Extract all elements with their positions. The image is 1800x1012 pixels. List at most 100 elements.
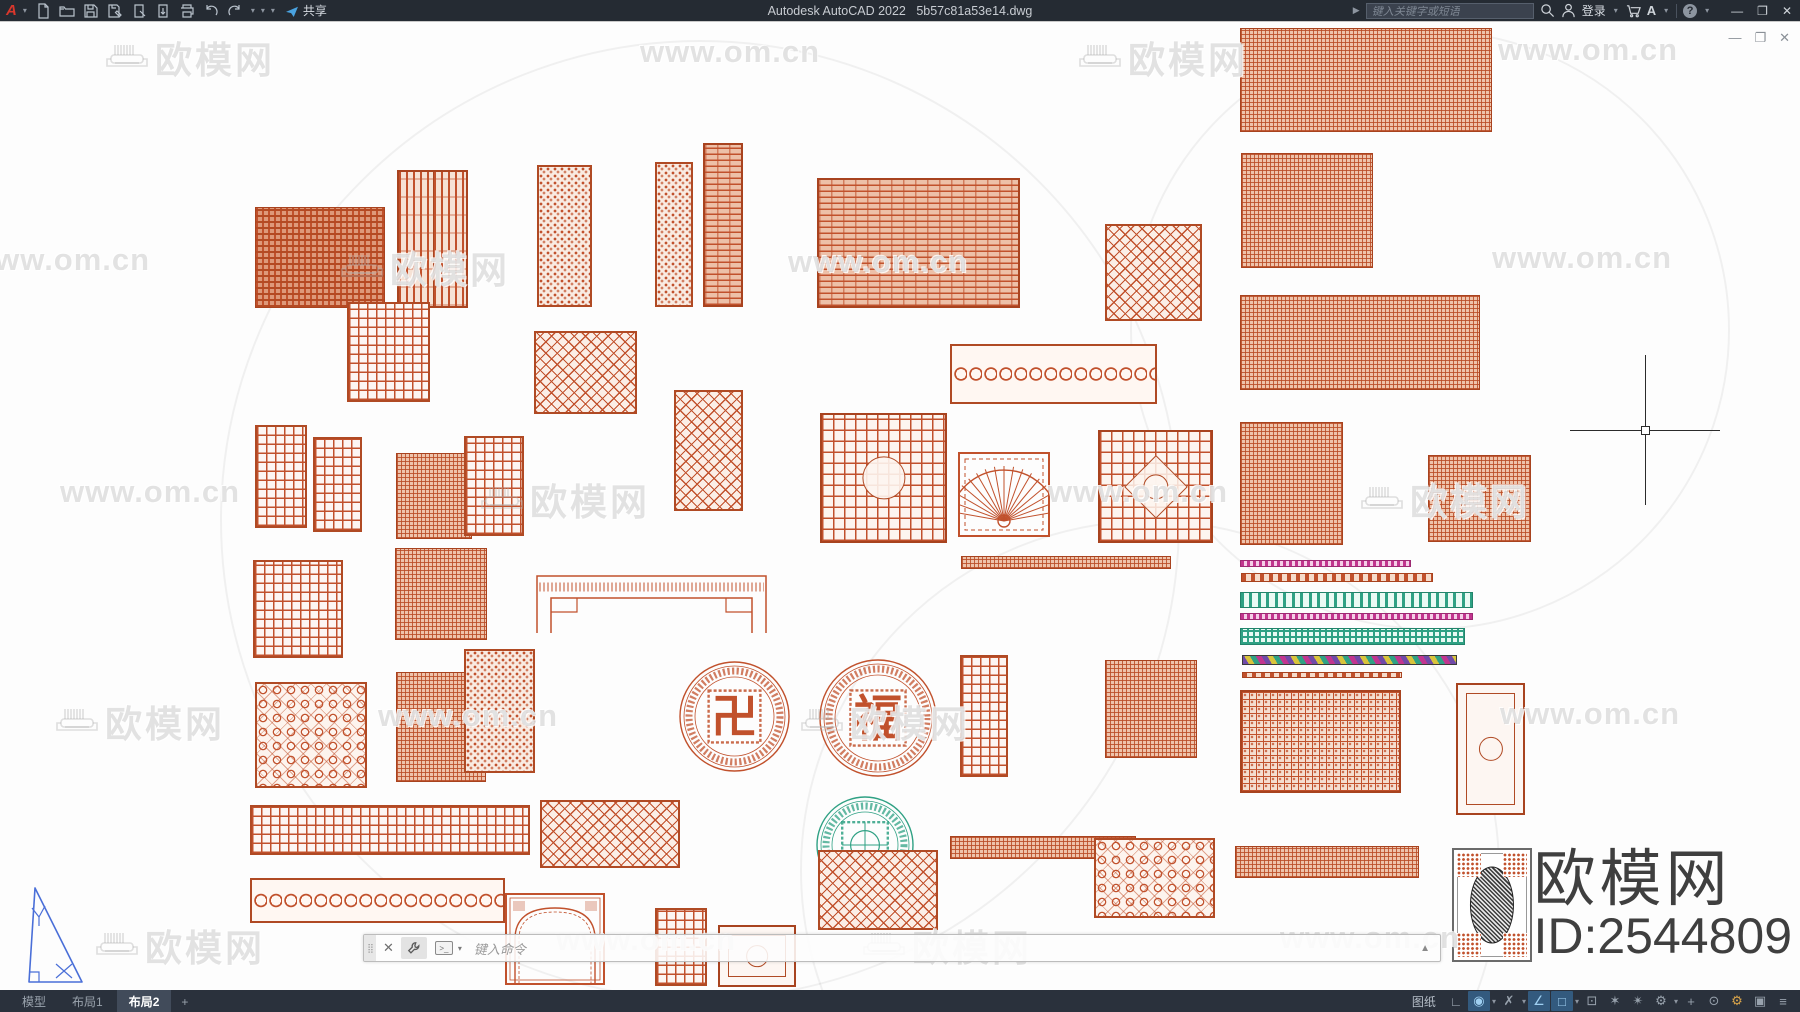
- qat-customize-caret-icon[interactable]: ▾: [269, 6, 277, 15]
- command-history-up-icon[interactable]: ▲: [1420, 943, 1440, 954]
- command-bar-wrench-icon[interactable]: [400, 937, 427, 959]
- dwg-close-button[interactable]: ✕: [1779, 30, 1790, 46]
- minimize-button[interactable]: —: [1731, 4, 1743, 18]
- pattern-panel-organic[interactable]: [537, 165, 592, 307]
- tab-模型[interactable]: 模型: [10, 990, 58, 1012]
- autodesk-app-icon[interactable]: A: [1647, 3, 1656, 18]
- pattern-panel-strip-magenta[interactable]: [1240, 560, 1411, 567]
- polar-tracking-icon[interactable]: ✗: [1498, 991, 1520, 1011]
- pattern-panel-chain[interactable]: [950, 344, 1157, 404]
- snap-mode-icon[interactable]: ◉: [1467, 991, 1490, 1011]
- redo-caret-icon[interactable]: ▾: [259, 6, 267, 15]
- command-prompt-icon[interactable]: >_ ▾: [434, 941, 464, 955]
- pattern-panel-dense[interactable]: [961, 556, 1171, 569]
- pattern-panel-fan[interactable]: [949, 452, 1059, 537]
- sign-in-caret-icon[interactable]: ▾: [1612, 6, 1620, 15]
- command-prompt-caret-icon[interactable]: ▾: [456, 944, 464, 953]
- isodraft-icon[interactable]: ∠: [1527, 991, 1550, 1011]
- app-store-cart-icon[interactable]: [1626, 3, 1641, 18]
- search-input[interactable]: 键入关键字或短语: [1365, 2, 1534, 19]
- share-button[interactable]: 共享: [285, 2, 327, 19]
- pattern-panel-dense[interactable]: [396, 453, 472, 539]
- autocad-logo[interactable]: A: [4, 2, 19, 19]
- pattern-panel-idcard[interactable]: [1452, 848, 1532, 962]
- help-icon[interactable]: ?: [1683, 3, 1698, 18]
- workspace-crosshair-icon[interactable]: +: [1680, 991, 1702, 1011]
- user-icon[interactable]: [1561, 3, 1576, 18]
- close-button[interactable]: ✕: [1782, 4, 1792, 18]
- snap-mode-icon-caret[interactable]: ▾: [1491, 997, 1497, 1006]
- pattern-panel-grid[interactable]: [255, 425, 307, 528]
- pattern-panel-diamond[interactable]: [674, 390, 743, 511]
- pattern-panel-strip-orange[interactable]: [1242, 672, 1402, 678]
- workspace-switching-icon[interactable]: ⚙: [1726, 991, 1748, 1011]
- pattern-panel-valance[interactable]: [534, 568, 769, 637]
- annotation-autoscale-icon[interactable]: ✴: [1627, 991, 1649, 1011]
- selection-cycling-icon[interactable]: ⊡: [1581, 991, 1603, 1011]
- new-file-button[interactable]: [31, 1, 55, 21]
- drawing-canvas[interactable]: — ❐ ✕ 欧模网 ID:2544809 欧模网 www.om.cn 欧模网 www.…: [0, 22, 1800, 990]
- pattern-panel-dense[interactable]: [1241, 153, 1373, 268]
- autodesk-app-caret-icon[interactable]: ▾: [1662, 6, 1670, 15]
- infocenter-collapse-icon[interactable]: ▶: [1353, 5, 1360, 16]
- pattern-panel-diamond[interactable]: [540, 800, 680, 868]
- pattern-panel-strip-orange[interactable]: [1241, 573, 1433, 582]
- tab-布局2[interactable]: 布局2: [116, 990, 172, 1012]
- app-menu-caret-icon[interactable]: ▾: [21, 6, 29, 15]
- publish-button[interactable]: [151, 1, 175, 21]
- pattern-panel-maze[interactable]: [817, 178, 1020, 308]
- pattern-panel-dense[interactable]: [1240, 295, 1480, 390]
- annotation-visibility-icon[interactable]: ✶: [1604, 991, 1626, 1011]
- pattern-panel-grid[interactable]: [313, 437, 362, 532]
- save-button[interactable]: [79, 1, 103, 21]
- pattern-panel-medallion[interactable]: 卍: [678, 660, 791, 773]
- maximize-button[interactable]: ❐: [1757, 4, 1768, 18]
- help-caret-icon[interactable]: ▾: [1703, 6, 1711, 15]
- pattern-panel-diamond[interactable]: [534, 331, 637, 414]
- annotation-scale-icon-caret[interactable]: ▾: [1673, 997, 1679, 1006]
- pattern-panel-dense[interactable]: [1235, 846, 1419, 878]
- search-icon[interactable]: [1540, 3, 1555, 18]
- pattern-panel-strip-teal-sq[interactable]: [1240, 628, 1465, 645]
- dwg-restore-button[interactable]: ❐: [1754, 30, 1766, 46]
- save-as-button[interactable]: [103, 1, 127, 21]
- object-snap-icon[interactable]: □: [1550, 991, 1573, 1011]
- pattern-panel-strip-braid[interactable]: [1242, 655, 1457, 665]
- command-input[interactable]: 键入命令: [474, 939, 1420, 958]
- pattern-panel-organic[interactable]: [655, 162, 693, 307]
- object-snap-icon-caret[interactable]: ▾: [1574, 997, 1580, 1006]
- pattern-panel-octagon[interactable]: [1094, 838, 1215, 918]
- pattern-panel-diamond[interactable]: [1105, 224, 1202, 321]
- undo-button[interactable]: [199, 1, 223, 21]
- pattern-panel-dense[interactable]: [1105, 660, 1197, 758]
- undo-caret-icon[interactable]: ▾: [249, 6, 257, 15]
- pattern-panel-grid[interactable]: [253, 560, 343, 658]
- open-file-button[interactable]: [55, 1, 79, 21]
- print-button[interactable]: [175, 1, 199, 21]
- pattern-panel-triangle[interactable]: [12, 884, 107, 989]
- new-layout-button[interactable]: +: [173, 992, 196, 1012]
- pattern-panel-dgrid[interactable]: [1240, 690, 1401, 793]
- dwg-minimize-button[interactable]: —: [1728, 30, 1741, 46]
- plot-button[interactable]: [127, 1, 151, 21]
- sign-in-button[interactable]: 登录: [1582, 2, 1606, 19]
- polar-tracking-icon-caret[interactable]: ▾: [1521, 997, 1527, 1006]
- customization-icon[interactable]: ≡: [1772, 991, 1794, 1011]
- command-bar-close-icon[interactable]: ✕: [376, 940, 401, 956]
- clean-screen-icon[interactable]: ▣: [1749, 991, 1771, 1011]
- pattern-panel-dense[interactable]: [1240, 422, 1343, 545]
- annotation-scale-icon[interactable]: ⚙: [1650, 991, 1672, 1011]
- pattern-panel-grid[interactable]: [347, 302, 430, 402]
- command-line-palette[interactable]: ⣿ ✕ >_ ▾ 键入命令 ▲: [363, 934, 1441, 962]
- pattern-panel-maze[interactable]: [703, 143, 743, 307]
- pattern-panel-strip-teal-key[interactable]: [1240, 592, 1473, 608]
- grid-display-icon[interactable]: ∟: [1445, 991, 1467, 1011]
- command-bar-grip[interactable]: ⣿: [364, 935, 376, 961]
- pattern-panel-chain[interactable]: [250, 878, 505, 923]
- pattern-panel-window[interactable]: [820, 413, 947, 543]
- redo-button[interactable]: [223, 1, 247, 21]
- pattern-panel-strip-magenta[interactable]: [1240, 613, 1473, 620]
- pattern-panel-grid[interactable]: [250, 805, 530, 855]
- pattern-panel-dense[interactable]: [1240, 28, 1492, 132]
- paper-space-button[interactable]: 图纸: [1404, 993, 1444, 1010]
